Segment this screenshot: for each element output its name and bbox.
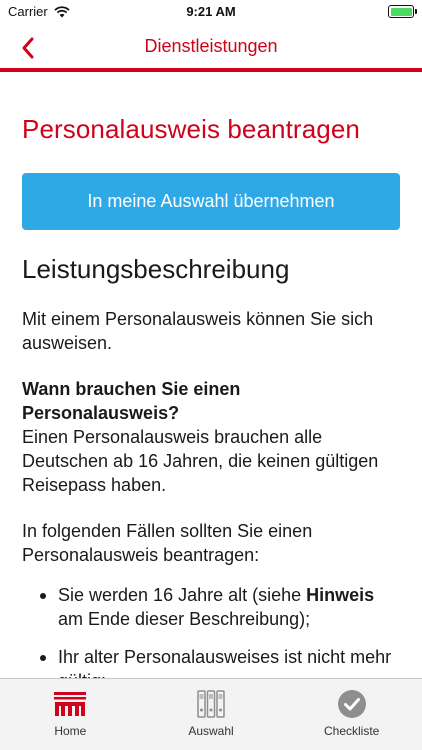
section-title: Leistungsbeschreibung [22, 254, 290, 284]
cases-intro-paragraph: In folgenden Fällen sollten Sie einen Pe… [22, 521, 313, 565]
tab-label: Checkliste [324, 724, 380, 738]
tab-checkliste[interactable]: Checkliste [281, 679, 422, 750]
when-needed-body: Einen Personalausweis brauchen alle Deut… [22, 427, 379, 495]
battery-icon [388, 5, 417, 18]
tab-label: Auswahl [188, 724, 234, 738]
when-needed-paragraph: Wann brauchen Sie einen Personalausweis?… [22, 377, 400, 497]
binders-icon [194, 689, 228, 719]
status-time: 9:21 AM [186, 4, 236, 19]
service-detail-content[interactable]: Personalausweis beantragen In meine Ausw… [0, 76, 422, 678]
cases-list: Sie werden 16 Jahre alt (siehe Hinweis a… [22, 583, 400, 678]
tab-bar: Home Auswahl Checkliste [0, 678, 422, 750]
status-bar: Carrier 9:21 AM [0, 0, 422, 24]
home-logo-icon [53, 689, 87, 719]
hint-link-text: Hinweis [306, 585, 375, 605]
add-to-selection-button[interactable]: In meine Auswahl übernehmen [22, 173, 400, 230]
tab-auswahl[interactable]: Auswahl [141, 679, 282, 750]
tab-home[interactable]: Home [0, 679, 141, 750]
list-item: Sie werden 16 Jahre alt (siehe Hinweis a… [36, 583, 400, 631]
description-paragraph: Mit einem Personalausweis können Sie sic… [22, 309, 374, 353]
tab-label: Home [54, 724, 87, 738]
list-item: Ihr alter Personalausweises ist nicht me… [36, 645, 400, 678]
when-needed-heading: Wann brauchen Sie einen Personalausweis? [22, 379, 241, 423]
battery-level [390, 7, 412, 16]
navigation-bar: Dienstleistungen [0, 24, 422, 72]
page-title: Personalausweis beantragen [22, 114, 360, 144]
checkmark-circle-icon [335, 689, 369, 719]
nav-title: Dienstleistungen [144, 36, 278, 56]
